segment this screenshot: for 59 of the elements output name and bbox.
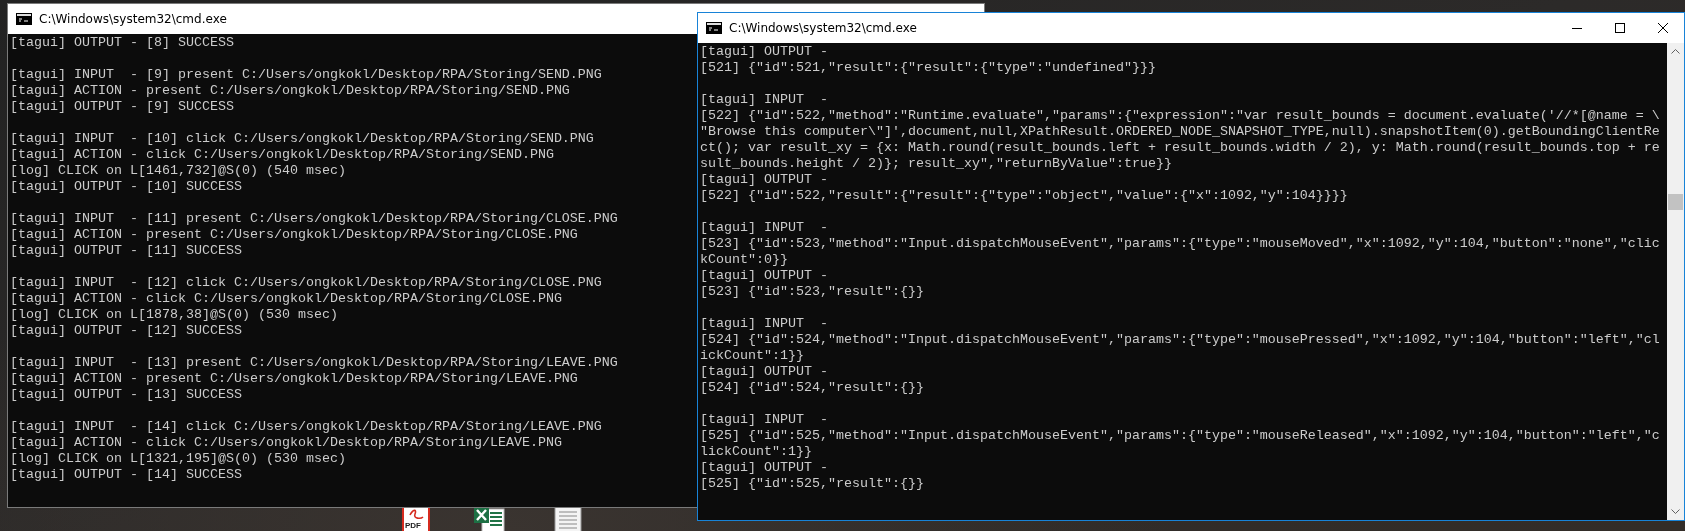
console-line: [tagui] INPUT - [700,316,828,332]
caret-down-icon [1671,509,1680,514]
console-line: [tagui] INPUT - [700,92,828,108]
console-line: [tagui] ACTION - present C:/Users/ongkokl/Desktop/RPA/Storing/LEAVE.PNG [10,371,578,387]
console-line: [tagui] INPUT - [13] present C:/Users/ongkokl/Desktop/RPA/Storing/LEAVE.PNG [10,355,618,371]
scrollbar[interactable] [1667,43,1684,520]
console-line: [tagui] OUTPUT - [10] SUCCESS [10,179,242,195]
console-line: [tagui] OUTPUT - [700,268,828,284]
console-line: [tagui] OUTPUT - [11] SUCCESS [10,243,242,259]
console-line: ickCount":1}} [700,348,804,364]
console-line: ct(); var result_xy = {x: Math.round(result_bounds.left + result_bounds.width / 2), y: Math.round(result_bounds.top + re [700,140,1660,156]
scrollbar-thumb[interactable] [1668,194,1683,210]
console-line: [tagui] OUTPUT - [12] SUCCESS [10,323,242,339]
console-line: [tagui] ACTION - present C:/Users/ongkokl/Desktop/RPA/Storing/CLOSE.PNG [10,227,578,243]
console-line: [524] {"id":524,"method":"Input.dispatchMouseEvent","params":{"type":"mousePressed","x":1092,"y":104,"button":"left","cl [700,332,1660,348]
console-line: kCount":0}} [700,252,788,268]
spreadsheet-file-icon[interactable] [472,507,502,531]
window-title: C:\Windows\system32\cmd.exe [39,12,227,26]
console-line: [tagui] OUTPUT - [700,460,828,476]
console-line: [tagui] INPUT - [700,412,828,428]
console-line: [521] {"id":521,"result":{"result":{"type":"undefined"}}} [700,60,1156,76]
console-line: [tagui] INPUT - [12] click C:/Users/ongkokl/Desktop/RPA/Storing/CLOSE.PNG [10,275,602,291]
console-line: [525] {"id":525,"result":{}} [700,476,924,492]
console-line: [tagui] OUTPUT - [9] SUCCESS [10,99,234,115]
console-line: [log] CLICK on L[1321,195]@S(0) (530 msec) [10,451,346,467]
console-line: [log] CLICK on L[1878,38]@S(0) (530 msec) [10,307,338,323]
console-line: [523] {"id":523,"method":"Input.dispatchMouseEvent","params":{"type":"mouseMoved","x":1092,"y":104,"button":"none","clic [700,236,1660,252]
console-line: [tagui] OUTPUT - [8] SUCCESS [10,35,234,51]
console-line: [tagui] OUTPUT - [700,44,828,60]
console-icon [706,22,722,34]
maximize-icon [1614,23,1625,33]
console-line: sult_bounds.height / 2)}; result_xy","returnByValue":true}} [700,156,1172,172]
console-line: [525] {"id":525,"method":"Input.dispatchMouseEvent","params":{"type":"mouseReleased","x":1092,"y":104,"button":"left","c [700,428,1660,444]
console-line: [tagui] INPUT - [10] click C:/Users/ongkokl/Desktop/RPA/Storing/SEND.PNG [10,131,594,147]
console-line: [tagui] INPUT - [14] click C:/Users/ongkokl/Desktop/RPA/Storing/LEAVE.PNG [10,419,602,435]
console-line: [522] {"id":522,"method":"Runtime.evaluate","params":{"expression":"var result_bounds = document.evaluate('//*[@name = \ [700,108,1660,124]
console-line: [tagui] OUTPUT - [700,172,828,188]
console-line: [tagui] OUTPUT - [700,364,828,380]
console-line: [522] {"id":522,"result":{"result":{"type":"object","value":{"x":1092,"y":104}}}} [700,188,1348,204]
console-line: [tagui] INPUT - [11] present C:/Users/ongkokl/Desktop/RPA/Storing/CLOSE.PNG [10,211,618,227]
console-line: [tagui] INPUT - [700,220,828,236]
console-icon [16,13,32,25]
console-line: "Browse this computer\"]',document,null,XPathResult.ORDERED_NODE_SNAPSHOT_TYPE,null).snapshotItem(0).getBoundingClientRe [700,124,1660,140]
console-line: [tagui] ACTION - click C:/Users/ongkokl/Desktop/RPA/Storing/LEAVE.PNG [10,435,562,451]
console-line: [tagui] INPUT - [9] present C:/Users/ongkokl/Desktop/RPA/Storing/SEND.PNG [10,67,602,83]
caret-up-icon [1671,49,1680,54]
console-line: [log] CLICK on L[1461,732]@S(0) (540 msec) [10,163,346,179]
console-line: [tagui] ACTION - present C:/Users/ongkokl/Desktop/RPA/Storing/SEND.PNG [10,83,570,99]
console-line: [524] {"id":524,"result":{}} [700,380,924,396]
close-icon [1657,23,1668,33]
pdf-file-icon[interactable]: PDF [401,507,431,531]
console-line: [tagui] OUTPUT - [13] SUCCESS [10,387,242,403]
console-line: [tagui] ACTION - click C:/Users/ongkokl/Desktop/RPA/Storing/SEND.PNG [10,147,554,163]
console-line: [523] {"id":523,"result":{}} [700,284,924,300]
window-title: C:\Windows\system32\cmd.exe [729,21,917,35]
console-line: lickCount":1}} [700,444,812,460]
console-line: [tagui] OUTPUT - [14] SUCCESS [10,467,242,483]
console-line: [tagui] ACTION - click C:/Users/ongkokl/Desktop/RPA/Storing/CLOSE.PNG [10,291,562,307]
text-file-icon[interactable] [553,507,583,531]
